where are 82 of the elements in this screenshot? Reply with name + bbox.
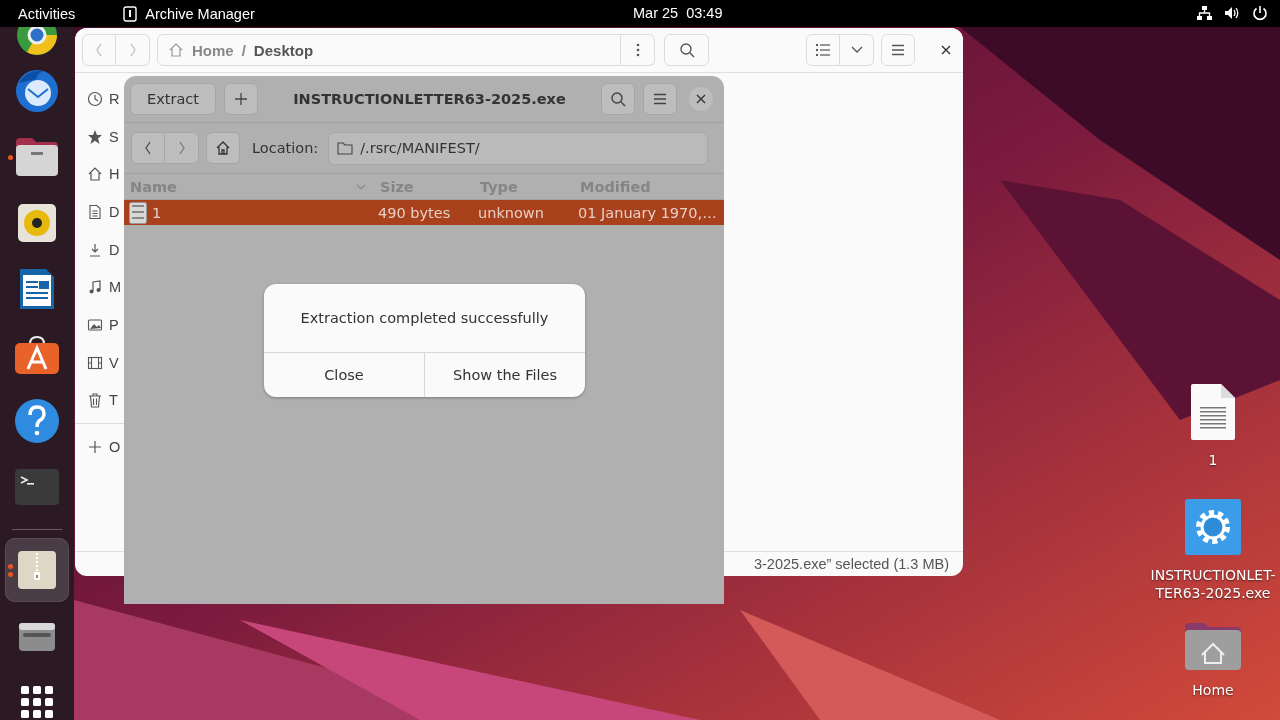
desktop-icon-label[interactable]: 1 [1208,451,1218,469]
binary-file-icon [129,201,147,224]
path-bar[interactable]: Home / Desktop [157,34,622,66]
table-cell: 1 [152,204,162,221]
plus-icon [234,92,248,106]
status-text: 3-2025.exe” selected (1.3 MB) [753,556,949,572]
menu-icon [653,93,667,105]
home-icon [215,140,231,156]
home-folder-icon [1184,621,1242,671]
sidebar-item[interactable]: H [75,155,125,194]
image-icon [87,316,103,333]
sidebar-item[interactable]: D [75,230,125,269]
home-icon [87,166,103,183]
power-icon [1252,5,1268,21]
gear-icon [1184,498,1242,556]
dialog-message: Extraction completed successfully [300,310,549,326]
download-icon [87,241,103,258]
network-icon [1196,5,1212,21]
music-note-icon [87,279,103,296]
menu-icon [891,44,905,56]
browser-icon [15,27,59,57]
activities-button[interactable]: Activities [18,5,76,22]
dialog-button[interactable]: Close [264,353,424,397]
extract-button[interactable]: Extract [130,83,216,115]
sidebar-item[interactable]: V [75,343,125,382]
sidebar-item[interactable]: D [75,193,125,231]
file-row[interactable]: 1 490 bytes unknown 01 January 1970,… [124,200,724,225]
list-view-button[interactable] [806,34,840,66]
path-segment[interactable]: Desktop [253,41,314,59]
close-icon [696,94,706,104]
add-button[interactable] [224,83,258,115]
caret-icon [850,46,863,54]
location-field[interactable]: /.rsrc/MANIFEST/ [328,131,709,165]
dock-item[interactable] [5,538,69,602]
list-icon [815,43,831,57]
trash-icon [87,392,103,409]
dialog-button[interactable]: Show the Files [424,353,585,397]
table-cell-text: unknown [477,204,545,221]
speaker-icon [17,203,57,243]
home-button[interactable] [206,132,240,164]
drive-icon [18,621,56,651]
home-icon [168,42,184,58]
text-file-icon [1189,383,1237,441]
search-button[interactable] [601,83,635,115]
folder-icon [14,136,60,178]
help-icon [14,398,60,444]
shopping-bag-icon [14,335,60,375]
clock-icon [87,90,103,107]
desktop-icon-label[interactable]: Home [1192,681,1234,699]
film-icon [87,354,103,371]
sidebar-item[interactable]: P [75,306,125,344]
app-grid-icon [20,685,54,719]
plus-icon [87,439,103,456]
app-menu-icon [123,5,138,22]
location-label: Location: [252,140,319,156]
sidebar-item[interactable]: S [75,117,125,156]
desktop-icon-label[interactable]: INSTRUCTIONLET- TER63-2025.exe [1150,566,1276,602]
menu-button[interactable] [643,83,677,115]
search-icon [678,42,695,58]
sidebar-item[interactable]: M [75,268,125,307]
table-cell-text: 490 bytes [377,204,452,221]
volume-icon [1224,5,1240,21]
sidebar-item[interactable]: T [75,381,125,420]
search-icon [610,91,626,107]
sidebar-item[interactable]: R [75,80,125,118]
sort-caret-icon [356,183,366,190]
app-name[interactable]: Archive Manager [145,5,255,22]
folder-icon [337,141,354,155]
clock[interactable]: Mar 25 03:49 [633,5,723,21]
window-title: INSTRUCTIONLETTER63-2025.exe [292,91,567,107]
terminal-icon [14,468,60,506]
document-icon [17,267,57,311]
path-separator: / [241,41,246,59]
close-button[interactable] [689,87,713,111]
star-icon [87,128,103,145]
sidebar-item[interactable]: O [75,428,125,466]
more-icon [635,43,640,57]
table-cell-text: 01 January 1970,… [577,204,718,221]
close-icon [941,45,951,55]
zipper-box-icon [17,550,57,590]
bird-mail-icon [13,67,61,115]
document-icon [87,203,103,220]
